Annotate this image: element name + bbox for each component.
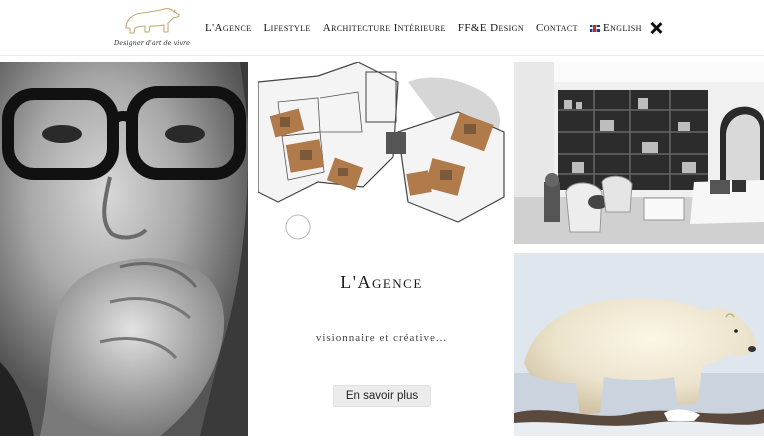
nav-item-lifestyle[interactable]: Lifestyle — [264, 22, 311, 34]
language-switcher[interactable]: English — [589, 22, 642, 34]
logo-tagline: Designer d'art de vivre — [114, 39, 190, 47]
polar-bear-photo — [514, 253, 764, 436]
polar-bear-logo-icon — [125, 8, 180, 34]
main-nav: L'Agence Lifestyle Architecture Intérieu… — [205, 19, 662, 37]
nav-item-architecture-interieure[interactable]: Architecture Intérieure — [323, 22, 446, 34]
language-label: English — [602, 22, 642, 34]
site-header: Designer d'art de vivre L'Agence Lifesty… — [0, 0, 764, 56]
close-icon[interactable] — [650, 22, 662, 34]
portrait-photo — [0, 62, 248, 436]
section-subtitle: visionnaire et créative... — [315, 332, 448, 344]
uk-flag-icon — [589, 24, 600, 32]
floor-plan-image — [258, 62, 505, 247]
nav-item-agence[interactable]: L'Agence — [205, 22, 252, 34]
section-title: L'Agence — [340, 272, 423, 292]
interior-photo — [514, 62, 764, 244]
nav-item-ffe-design[interactable]: FF&E Design — [458, 22, 524, 34]
brand-logo[interactable]: Designer d'art de vivre — [112, 2, 192, 52]
nav-item-contact[interactable]: Contact — [536, 22, 578, 34]
learn-more-button[interactable]: En savoir plus — [333, 385, 431, 407]
